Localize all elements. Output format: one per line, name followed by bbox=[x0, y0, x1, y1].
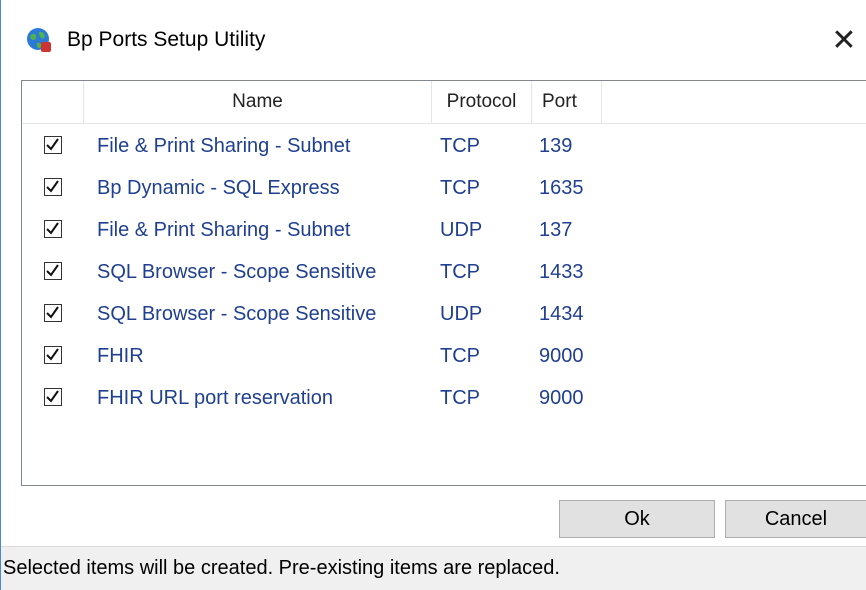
checkmark-icon bbox=[46, 348, 59, 361]
header-check-column[interactable] bbox=[22, 81, 84, 123]
row-name: File & Print Sharing - Subnet bbox=[97, 219, 351, 241]
list-item[interactable]: SQL Browser - Scope Sensitive TCP 1433 bbox=[22, 251, 866, 293]
row-protocol: TCP bbox=[440, 261, 480, 283]
status-bar: Selected items will be created. Pre-exis… bbox=[1, 546, 866, 590]
row-port: 9000 bbox=[539, 345, 584, 367]
row-protocol: TCP bbox=[440, 387, 480, 409]
window-title: Bp Ports Setup Utility bbox=[67, 28, 266, 51]
close-button[interactable]: ✕ bbox=[821, 16, 866, 64]
row-checkbox[interactable] bbox=[44, 262, 62, 280]
row-port: 9000 bbox=[539, 387, 584, 409]
row-name: SQL Browser - Scope Sensitive bbox=[97, 261, 377, 283]
checkmark-icon bbox=[46, 306, 59, 319]
globe-shield-icon bbox=[25, 26, 53, 54]
checkmark-icon bbox=[46, 180, 59, 193]
close-icon: ✕ bbox=[831, 23, 857, 57]
row-checkbox[interactable] bbox=[44, 346, 62, 364]
row-protocol: UDP bbox=[440, 303, 483, 325]
row-checkbox[interactable] bbox=[44, 304, 62, 322]
list-header: Name Protocol Port bbox=[22, 81, 866, 124]
row-checkbox[interactable] bbox=[44, 388, 62, 406]
cancel-button[interactable]: Cancel bbox=[725, 500, 866, 538]
header-protocol[interactable]: Protocol bbox=[432, 81, 532, 123]
list-item[interactable]: FHIR TCP 9000 bbox=[22, 335, 866, 377]
row-port: 139 bbox=[539, 135, 573, 157]
list-item[interactable]: FHIR URL port reservation TCP 9000 bbox=[22, 377, 866, 419]
row-port: 1434 bbox=[539, 303, 584, 325]
header-port[interactable]: Port bbox=[532, 81, 602, 123]
row-name: SQL Browser - Scope Sensitive bbox=[97, 303, 377, 325]
row-checkbox[interactable] bbox=[44, 220, 62, 238]
checkmark-icon bbox=[46, 390, 59, 403]
row-port: 1635 bbox=[539, 177, 584, 199]
status-text: Selected items will be created. Pre-exis… bbox=[3, 557, 560, 579]
row-protocol: TCP bbox=[440, 177, 480, 199]
row-checkbox[interactable] bbox=[44, 136, 62, 154]
row-name: File & Print Sharing - Subnet bbox=[97, 135, 351, 157]
list-item[interactable]: SQL Browser - Scope Sensitive UDP 1434 bbox=[22, 293, 866, 335]
row-name: FHIR bbox=[97, 345, 144, 367]
row-protocol: UDP bbox=[440, 219, 483, 241]
row-name: FHIR URL port reservation bbox=[97, 387, 333, 409]
header-name[interactable]: Name bbox=[84, 81, 432, 123]
list-item[interactable]: File & Print Sharing - Subnet UDP 137 bbox=[22, 209, 866, 251]
checkmark-icon bbox=[46, 264, 59, 277]
ports-list[interactable]: Name Protocol Port File & Print Sharing … bbox=[21, 80, 866, 486]
ok-button[interactable]: Ok bbox=[559, 500, 715, 538]
checkmark-icon bbox=[46, 222, 59, 235]
list-item[interactable]: File & Print Sharing - Subnet TCP 139 bbox=[22, 125, 866, 167]
row-port: 1433 bbox=[539, 261, 584, 283]
row-name: Bp Dynamic - SQL Express bbox=[97, 177, 340, 199]
checkmark-icon bbox=[46, 138, 59, 151]
row-checkbox[interactable] bbox=[44, 178, 62, 196]
row-protocol: TCP bbox=[440, 345, 480, 367]
row-protocol: TCP bbox=[440, 135, 480, 157]
title-bar: Bp Ports Setup Utility ✕ bbox=[1, 0, 866, 80]
list-item[interactable]: Bp Dynamic - SQL Express TCP 1635 bbox=[22, 167, 866, 209]
row-port: 137 bbox=[539, 219, 573, 241]
setup-dialog: Bp Ports Setup Utility ✕ Name Protocol P… bbox=[0, 0, 866, 590]
